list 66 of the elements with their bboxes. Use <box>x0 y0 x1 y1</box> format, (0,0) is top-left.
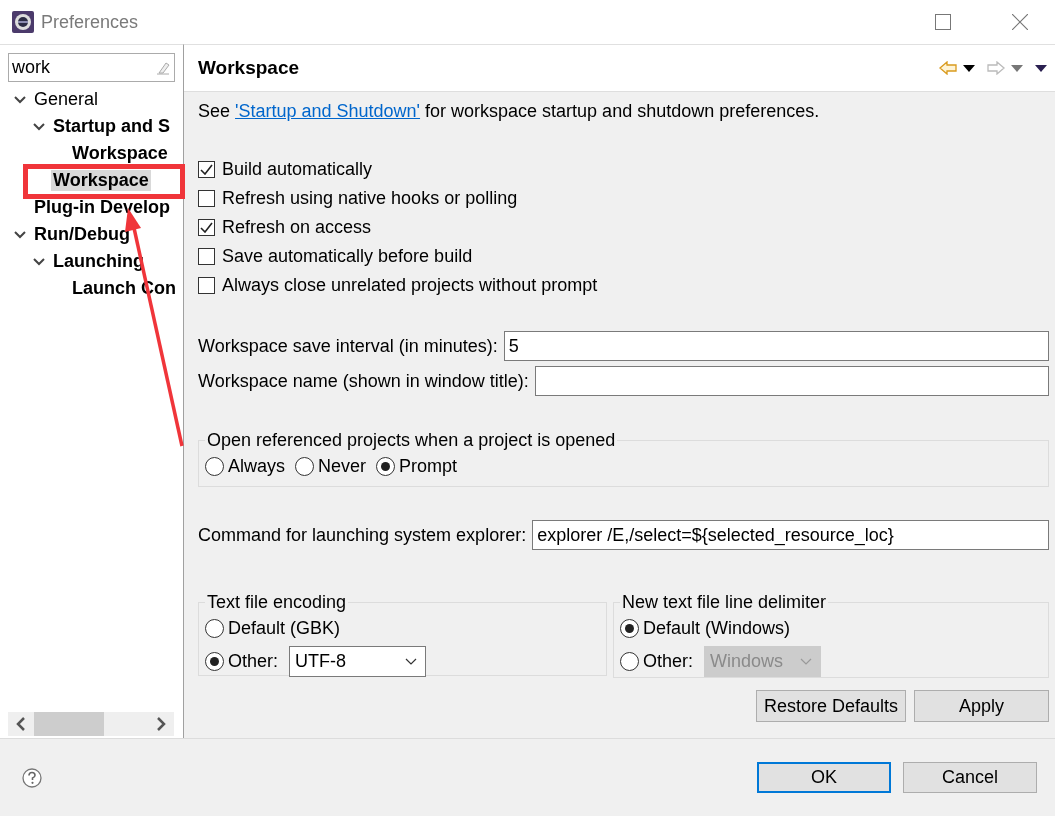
radio-label: Never <box>318 456 367 477</box>
checkbox-label: Refresh using native hooks or polling <box>222 188 518 209</box>
radio-button[interactable] <box>620 619 639 638</box>
radio-button[interactable] <box>205 619 224 638</box>
filter-field[interactable]: work <box>8 53 175 82</box>
radio-label: Always <box>228 456 285 477</box>
radio-label: Default (GBK) <box>228 618 341 639</box>
tree-item[interactable]: Run/Debug <box>32 224 132 245</box>
chevron-right-icon[interactable] <box>156 717 166 731</box>
checkbox[interactable] <box>198 190 215 207</box>
chevron-down-icon <box>405 658 418 665</box>
checkbox-label: Build automatically <box>222 159 373 180</box>
checkbox[interactable] <box>198 248 215 265</box>
dropdown[interactable]: UTF-8 <box>289 646 427 677</box>
horizontal-scrollbar[interactable] <box>8 712 174 736</box>
dialog-button[interactable]: Cancel <box>903 762 1037 793</box>
help-icon[interactable] <box>22 767 42 788</box>
chevron-down-icon[interactable] <box>14 95 26 104</box>
radio-label: Other: <box>228 651 279 672</box>
startup-shutdown-link[interactable]: 'Startup and Shutdown' <box>235 100 421 122</box>
scrollbar-thumb[interactable] <box>34 712 104 736</box>
tree-item[interactable]: General <box>32 89 101 110</box>
window-title: Preferences <box>41 11 139 33</box>
radio-label: Default (Windows) <box>643 618 791 639</box>
group-title: New text file line delimiter <box>621 592 828 613</box>
checkbox[interactable] <box>198 277 215 294</box>
dropdown-icon[interactable] <box>963 64 975 72</box>
checkbox-label: Always close unrelated projects without prompt <box>222 275 598 296</box>
page-title: Workspace <box>198 57 301 79</box>
input-field[interactable]: 5 <box>503 331 1049 361</box>
radio-label: Other: <box>643 651 694 672</box>
app-icon <box>12 11 34 33</box>
chevron-down-icon[interactable] <box>14 230 26 239</box>
group-title: Open referenced projects when a project is opened <box>206 430 617 451</box>
dialog-button[interactable]: Apply <box>914 690 1049 722</box>
field-label: Command for launching system explorer: <box>198 524 527 546</box>
chevron-down-icon[interactable] <box>33 257 45 266</box>
chevron-down-icon[interactable] <box>33 122 45 131</box>
radio-button[interactable] <box>376 457 396 476</box>
chevron-left-icon[interactable] <box>16 717 26 731</box>
view-menu-icon[interactable] <box>1035 64 1047 72</box>
input-field[interactable]: explorer /E,/select=${selected_resource_loc} <box>532 520 1049 550</box>
radio-button[interactable] <box>295 457 314 476</box>
radio-button[interactable] <box>205 457 224 476</box>
chevron-down-icon <box>800 658 813 665</box>
radio-label: Prompt <box>399 456 458 477</box>
tree-item[interactable]: Workspace <box>51 170 151 191</box>
checkbox-label: Refresh on access <box>222 217 372 238</box>
clear-icon <box>156 60 170 75</box>
checkbox-label: Save automatically before build <box>222 246 473 267</box>
group-title: Text file encoding <box>206 592 348 613</box>
checkbox[interactable] <box>198 161 215 178</box>
dialog-button[interactable]: Restore Defaults <box>756 690 906 722</box>
radio-button[interactable] <box>205 652 224 671</box>
dialog-button[interactable]: OK <box>757 762 891 793</box>
description-text: See 'Startup and Shutdown' for workspace startup and shutdown preferences. <box>198 99 821 124</box>
field-label: Workspace name (shown in window title): <box>198 370 529 392</box>
maximize-icon[interactable] <box>935 14 951 30</box>
checkbox[interactable] <box>198 219 215 236</box>
tree-item[interactable]: Plug-in Develop <box>32 197 172 218</box>
radio-button[interactable] <box>620 652 639 671</box>
input-field[interactable] <box>534 366 1049 396</box>
tree-item[interactable]: Workspace <box>70 143 170 164</box>
field-label: Workspace save interval (in minutes): <box>198 335 498 357</box>
tree-item[interactable]: Startup and S <box>51 116 172 137</box>
close-icon[interactable] <box>1012 14 1028 30</box>
